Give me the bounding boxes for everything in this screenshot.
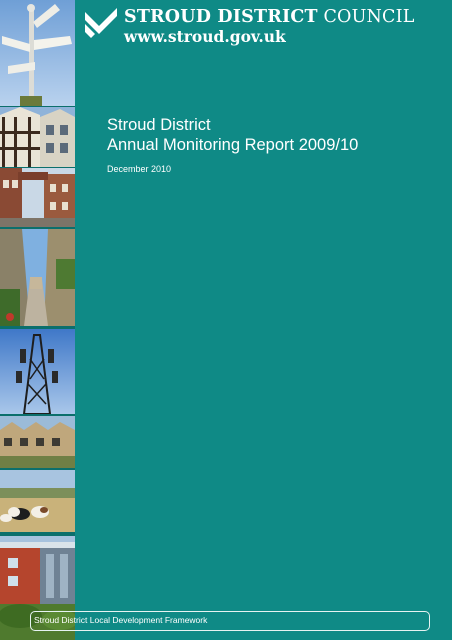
- tudor-houses-photo: [0, 107, 75, 167]
- report-title-line2: Annual Monitoring Report 2009/10: [107, 136, 359, 154]
- report-title-line1: Stroud District: [107, 116, 211, 134]
- footer-label: Stroud District Local Development Framew…: [34, 615, 208, 625]
- report-cover: STROUD DISTRICT COUNCIL www.stroud.gov.u…: [0, 0, 452, 640]
- brick-archway-street-photo: [0, 168, 75, 227]
- report-date: December 2010: [107, 164, 172, 174]
- signpost-photo: [0, 0, 75, 106]
- telecom-mast-photo: [0, 329, 75, 414]
- cows-field-photo: [0, 470, 75, 532]
- narrow-lane-photo: [0, 229, 75, 326]
- council-logo-icon: [85, 8, 117, 38]
- council-name: STROUD DISTRICT COUNCIL: [124, 7, 415, 27]
- council-website[interactable]: www.stroud.gov.uk: [124, 27, 286, 46]
- photo-strip: [0, 0, 75, 640]
- stone-manor-house-photo: [0, 416, 75, 468]
